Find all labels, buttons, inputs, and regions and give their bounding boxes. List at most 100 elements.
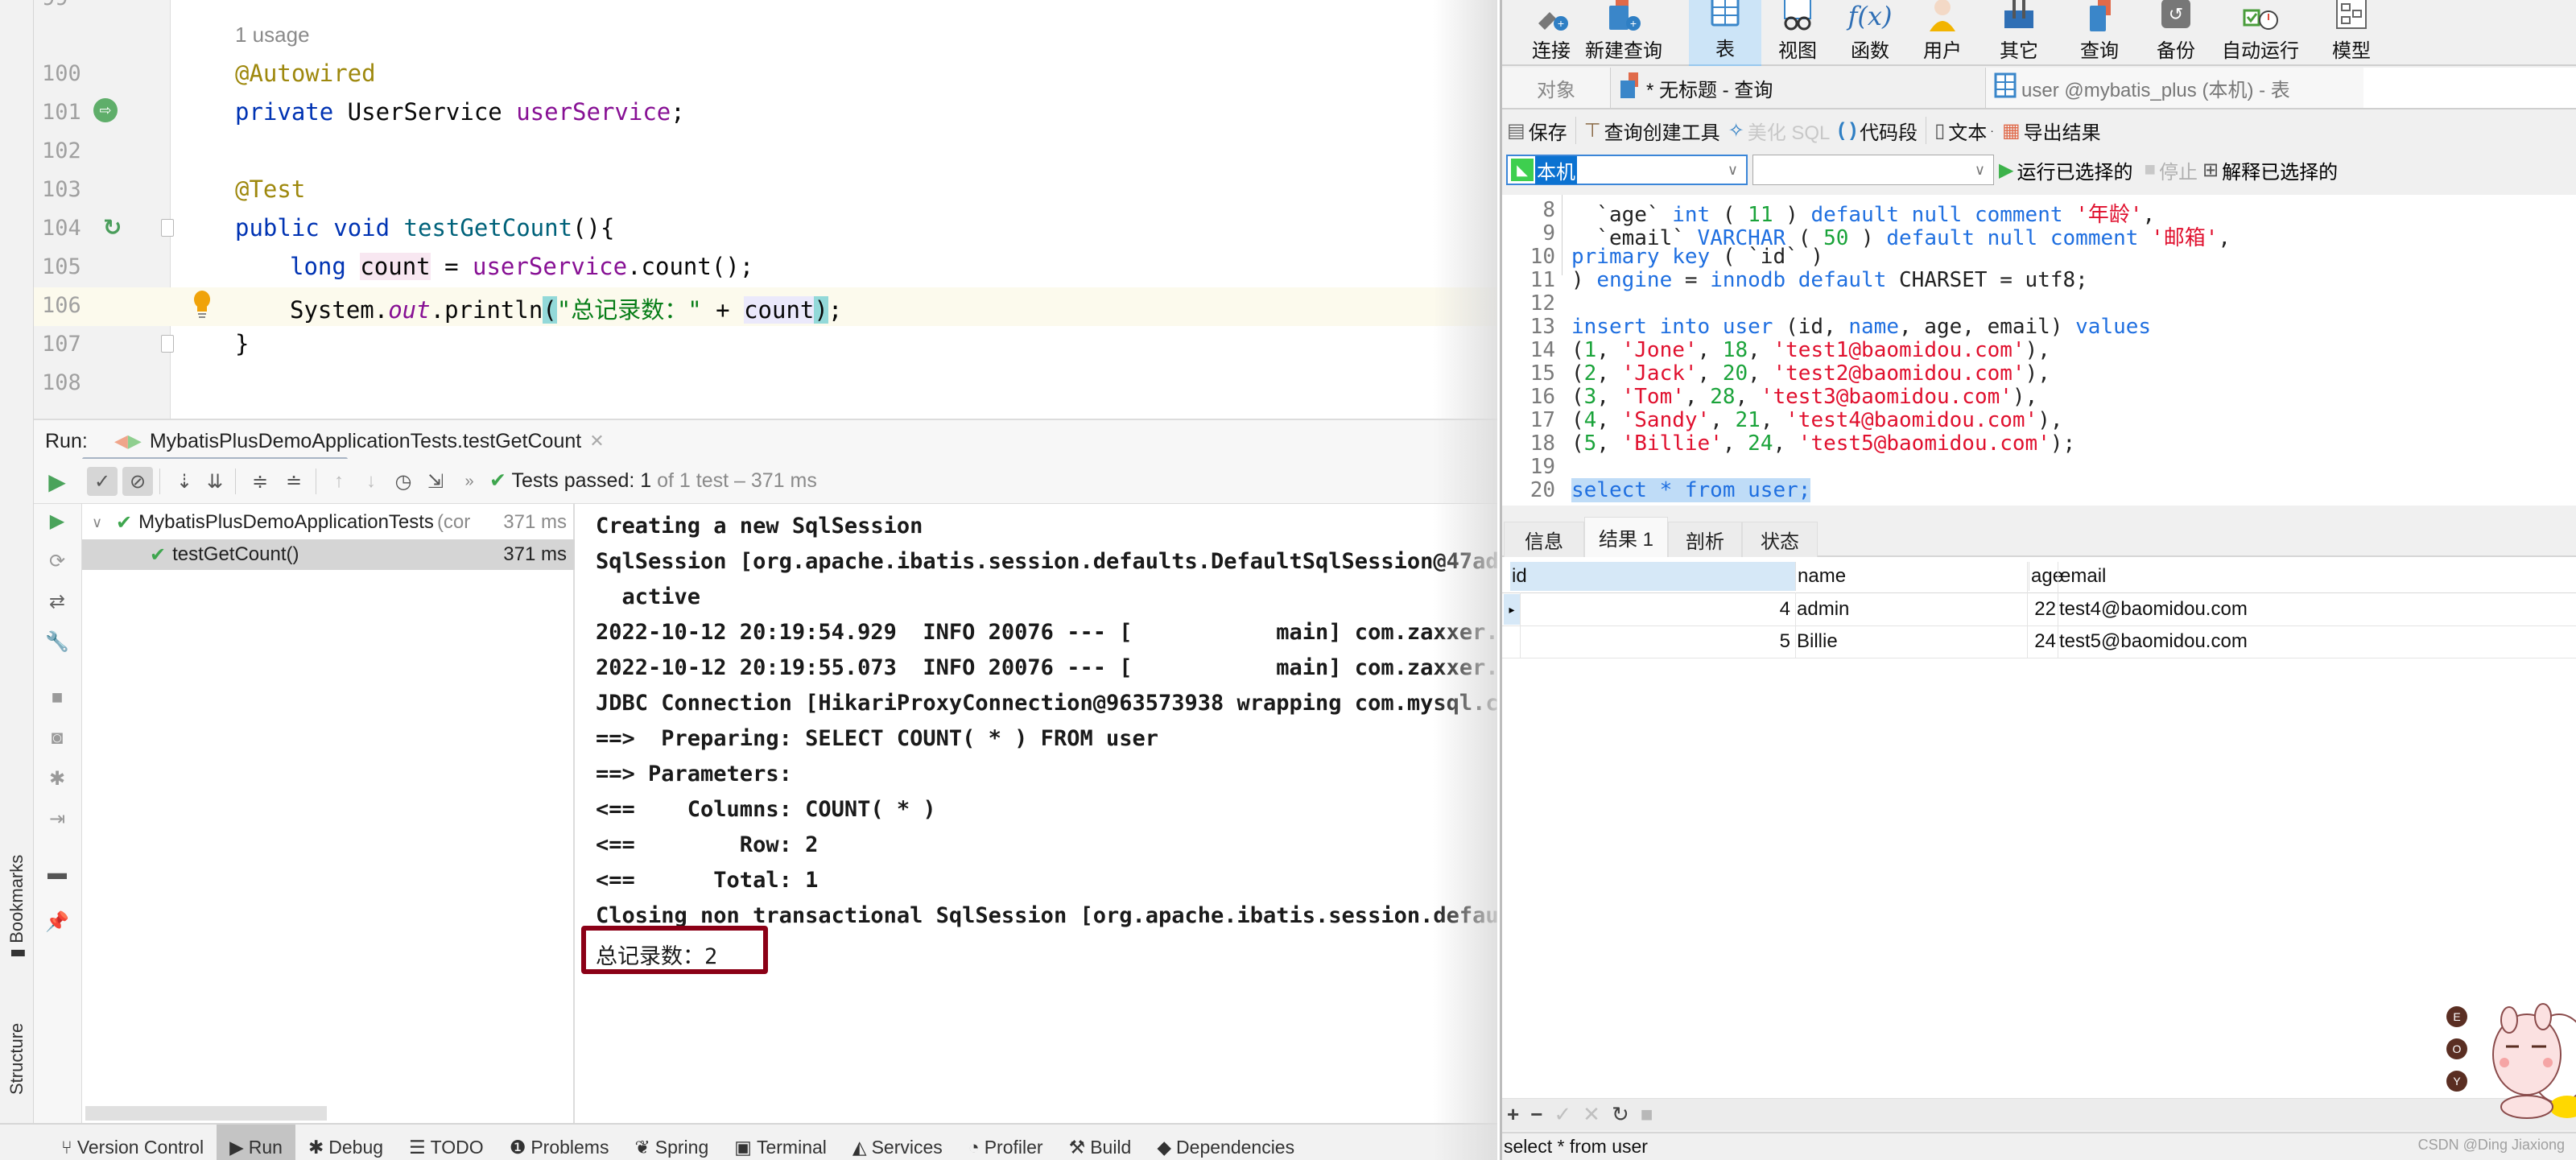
tab-spring[interactable]: ❦ Spring: [621, 1125, 721, 1160]
grid-cell[interactable]: 22: [2029, 594, 2058, 625]
toolbar-model[interactable]: 模型: [2315, 0, 2388, 66]
query-builder-button[interactable]: ⊤ 查询创建工具: [1584, 117, 1720, 145]
database-select[interactable]: ∨: [1752, 155, 1994, 185]
delete-row-icon[interactable]: −: [1530, 1102, 1542, 1127]
tab-result-1[interactable]: 结果 1: [1584, 517, 1668, 557]
tab-dependencies[interactable]: ◆ Dependencies: [1144, 1125, 1307, 1160]
toolbar-view[interactable]: 视图: [1761, 0, 1834, 66]
sort-duration-icon[interactable]: ⇊: [200, 467, 230, 496]
rerun-icon[interactable]: ▶: [42, 467, 72, 496]
tab-status[interactable]: 状态: [1742, 522, 1818, 557]
camera-icon[interactable]: ◙: [45, 726, 69, 750]
layout-icon[interactable]: ▬: [45, 861, 69, 885]
save-button[interactable]: ▤ 保存: [1507, 117, 1567, 145]
stop-button[interactable]: ■ 停止: [2144, 156, 2198, 184]
apply-icon[interactable]: ✓: [1554, 1102, 1571, 1127]
sql-editor[interactable]: 8 9 10 11 12 13 14 15 16 17 18 19 20 `ag…: [1502, 195, 2576, 506]
tab-profiler[interactable]: ◔ Profiler: [956, 1125, 1056, 1160]
run-config-tab[interactable]: ◀▶ MybatisPlusDemoApplicationTests.testG…: [114, 427, 605, 456]
tab-run[interactable]: ▶ Run: [217, 1125, 295, 1160]
history-icon[interactable]: ◷: [388, 467, 419, 496]
grid-cell[interactable]: test4@baomidou.com: [2059, 594, 2381, 625]
tab-problems[interactable]: ❶ Problems: [497, 1125, 622, 1160]
toolbar-query[interactable]: 查询: [2059, 0, 2140, 66]
toolbar-function[interactable]: f(x) 函数: [1834, 0, 1906, 66]
fold-marker[interactable]: [161, 219, 174, 237]
sort-alpha-icon[interactable]: ⇣: [169, 467, 200, 496]
tab-debug[interactable]: ✱ Debug: [295, 1125, 396, 1160]
debug-icon[interactable]: ✱: [45, 766, 69, 791]
grid-cell[interactable]: 5: [1520, 626, 1794, 657]
fold-marker[interactable]: [161, 335, 174, 353]
grid-cell[interactable]: 4: [1520, 594, 1794, 625]
settings-wrench-icon[interactable]: 🔧: [45, 630, 69, 654]
code-snippet-button[interactable]: ( ) 代码段: [1838, 117, 1918, 145]
tab-services[interactable]: ◭ Services: [840, 1125, 956, 1160]
tab-version-control[interactable]: ⑂ Version Control: [48, 1125, 217, 1160]
lightbulb-icon[interactable]: [193, 291, 211, 320]
run-test-gutter-icon[interactable]: ↻: [103, 214, 122, 241]
export-results-button[interactable]: ▦ 导出结果: [2002, 117, 2101, 145]
tree-item-test-class[interactable]: ∨ ✔ MybatisPlusDemoApplicationTests (cor…: [82, 507, 575, 538]
grid-cell[interactable]: test5@baomidou.com: [2059, 626, 2381, 657]
column-header-email[interactable]: email: [2058, 562, 2380, 591]
tab-profile[interactable]: 剖析: [1668, 522, 1742, 557]
grid-cell[interactable]: admin: [1797, 594, 2027, 625]
refresh-icon[interactable]: ↻: [1612, 1102, 1629, 1127]
structure-tool-button[interactable]: Structure: [6, 1023, 27, 1095]
toolbar-connect[interactable]: + 连接: [1523, 0, 1579, 66]
toolbar-table[interactable]: 表: [1689, 0, 1761, 66]
tree-item-test-method[interactable]: ✔ testGetCount() 371 ms: [82, 539, 575, 570]
toggle-auto-test-icon[interactable]: ⇄: [45, 589, 69, 613]
column-header-id[interactable]: id: [1510, 562, 1795, 591]
pin-icon[interactable]: 📌: [45, 910, 69, 934]
column-header-age[interactable]: age: [2029, 562, 2063, 591]
show-passed-icon[interactable]: ✓: [87, 467, 118, 496]
exit-icon[interactable]: ⇥: [45, 807, 69, 831]
toolbar-user[interactable]: 用户: [1906, 0, 1979, 66]
beautify-sql-button[interactable]: ✧ 美化 SQL: [1728, 117, 1831, 145]
grid-cell[interactable]: 24: [2029, 626, 2058, 657]
explain-selected-button[interactable]: ⊞ 解释已选择的: [2202, 156, 2338, 184]
grid-cell[interactable]: Billie: [1797, 626, 2027, 657]
close-icon[interactable]: ✕: [589, 431, 604, 452]
stop-icon[interactable]: ■: [1641, 1102, 1653, 1127]
toolbar-automation[interactable]: 自动运行: [2212, 0, 2309, 66]
run-selected-button[interactable]: ▶ 运行已选择的: [1999, 156, 2132, 184]
collapse-all-icon[interactable]: ≐: [279, 467, 309, 496]
tab-user-table[interactable]: user @mybatis_plus (本机) - 表: [1985, 68, 2363, 108]
toolbar-new-query[interactable]: + 新建查询: [1579, 0, 1668, 66]
tab-info[interactable]: 信息: [1504, 522, 1584, 557]
tab-terminal[interactable]: ▣ Terminal: [721, 1125, 840, 1160]
horizontal-scrollbar[interactable]: [85, 1106, 327, 1121]
console-output[interactable]: Creating a new SqlSession SqlSession [or…: [576, 504, 1497, 1123]
column-header-name[interactable]: name: [1795, 562, 2025, 591]
more-icon[interactable]: »: [454, 467, 485, 496]
run-icon[interactable]: ▶: [45, 509, 69, 533]
result-grid[interactable]: id name age email ▸ 4 admin 22 test4@bao…: [1502, 557, 2576, 1098]
toolbar-backup[interactable]: ↺ 备份: [2140, 0, 2212, 66]
list-icon: ☰: [409, 1136, 426, 1158]
tab-build[interactable]: ⚒ Build: [1056, 1125, 1145, 1160]
save-icon: ▤: [1507, 119, 1525, 142]
tab-objects[interactable]: 对象: [1502, 68, 1611, 108]
stop-icon[interactable]: ■: [45, 686, 69, 710]
bean-navigation-icon[interactable]: ⇨: [93, 98, 118, 122]
discard-icon[interactable]: ✕: [1583, 1102, 1600, 1127]
previous-failed-icon[interactable]: ↑: [324, 467, 354, 496]
expand-all-icon[interactable]: ≑: [245, 467, 275, 496]
import-tests-icon[interactable]: ⇲: [420, 467, 451, 496]
next-failed-icon[interactable]: ↓: [356, 467, 386, 496]
show-ignored-icon[interactable]: ⊘: [122, 467, 153, 496]
leaf-icon: ❦: [634, 1136, 650, 1158]
connection-select[interactable]: ◣ 本机 ∨: [1506, 155, 1748, 185]
add-row-icon[interactable]: +: [1507, 1102, 1519, 1127]
text-mode-button[interactable]: ▯ 文本 ·: [1934, 117, 1994, 145]
chevron-down-icon[interactable]: ∨: [92, 514, 111, 531]
tab-todo[interactable]: ☰ TODO: [396, 1125, 497, 1160]
rerun-failed-icon[interactable]: ⟳: [45, 549, 69, 573]
bookmarks-tool-button[interactable]: ▮ Bookmarks: [6, 855, 27, 958]
usage-hint[interactable]: 1 usage: [235, 23, 310, 47]
toolbar-others[interactable]: 其它: [1979, 0, 2059, 66]
tab-untitled-query[interactable]: * 无标题 - 查询: [1611, 68, 1985, 108]
